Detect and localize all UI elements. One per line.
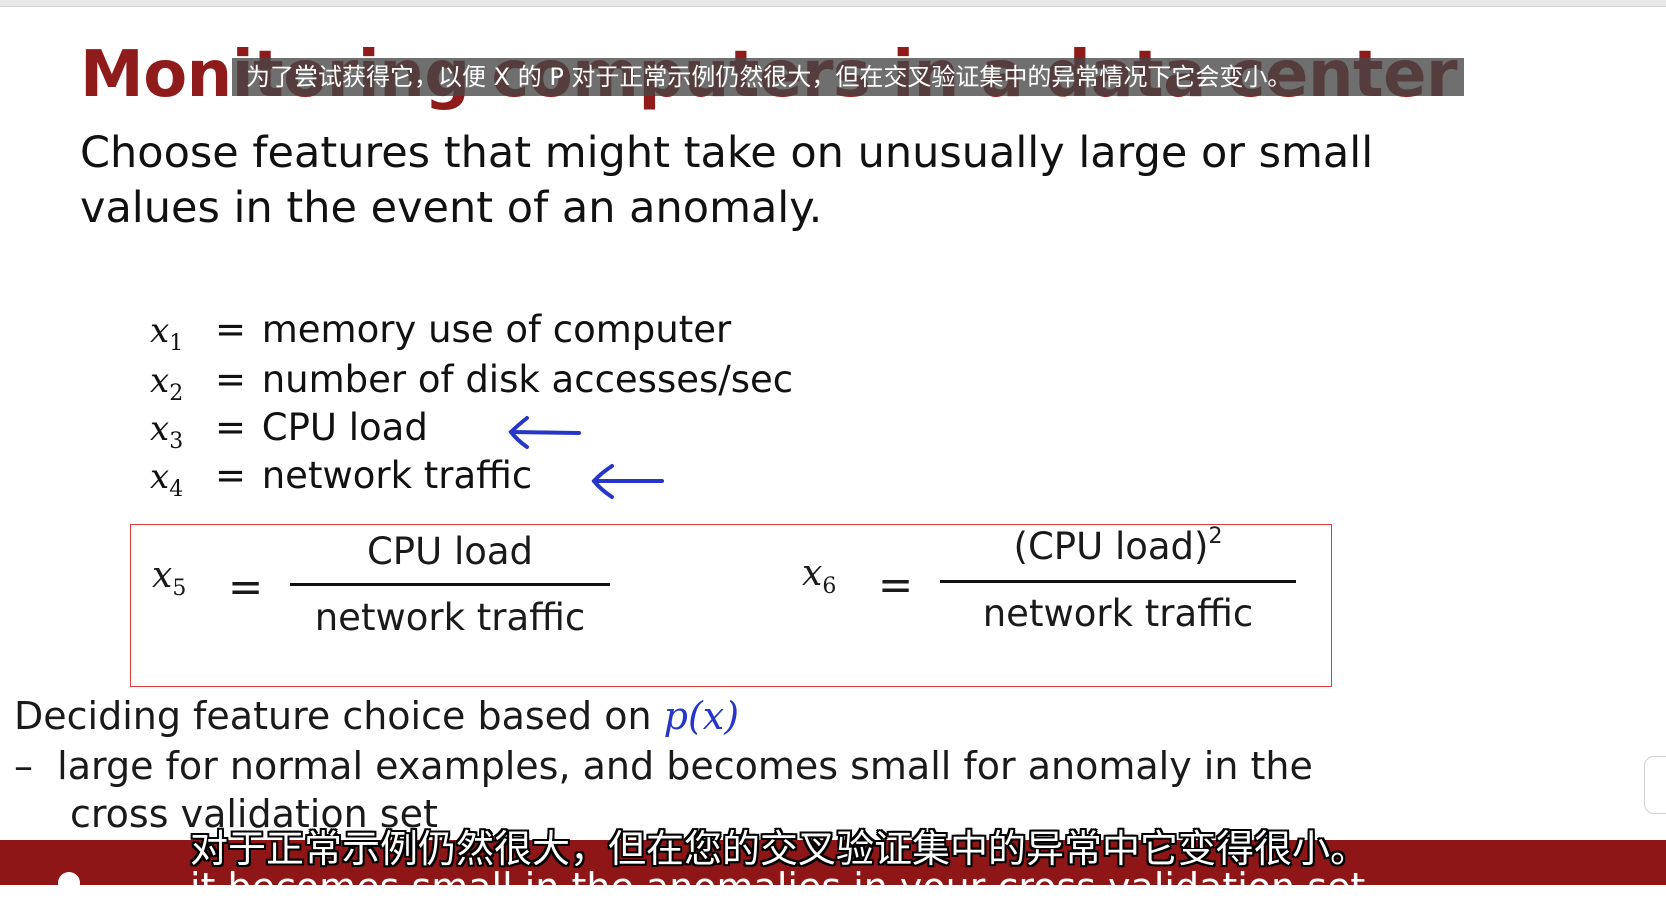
feature-label: number of disk accesses/sec [261, 358, 794, 401]
x6-var: x6 [802, 553, 837, 599]
feature-var: x2 [150, 361, 184, 406]
px-math: p(x) [663, 694, 740, 738]
equals-sign: = [214, 406, 246, 449]
fraction-bar [290, 583, 610, 586]
bullet-line: – large for normal examples, and becomes… [14, 744, 1313, 788]
x5-var: x5 [152, 555, 187, 601]
fraction-bar [940, 580, 1296, 583]
feature-label: CPU load [261, 406, 428, 449]
equals-sign: = [214, 454, 246, 497]
bullet-dash: – [14, 744, 33, 788]
left-arrow-icon [508, 416, 581, 449]
x6-numerator: (CPU load)2 [1013, 524, 1223, 568]
intro-text: Choose features that might take on unusu… [80, 128, 1374, 233]
side-scroll-handle[interactable] [1644, 756, 1666, 814]
feature-label: memory use of computer [261, 308, 732, 351]
x5-denominator: network traffic [314, 596, 586, 639]
left-arrow-icon [591, 464, 664, 499]
x6-denominator: network traffic [982, 592, 1254, 635]
bullet-text: large for normal examples, and becomes s… [57, 744, 1313, 788]
subtitle-top: 为了尝试获得它，以便 X 的 P 对于正常示例仍然很大，但在交叉验证集中的异常情… [232, 58, 1464, 96]
x5-numerator: CPU load [366, 530, 534, 573]
equals-sign: = [878, 560, 914, 609]
equals-sign: = [214, 308, 246, 351]
feature-var: x3 [150, 409, 184, 454]
feature-row-1: x1 = memory use of computer [150, 308, 731, 356]
feature-var: x1 [150, 311, 184, 356]
feature-row-2: x2 = number of disk accesses/sec [150, 358, 793, 406]
equals-sign: = [228, 562, 264, 611]
feature-row-4: x4 = network traffic [150, 454, 532, 502]
feature-label: network traffic [261, 454, 533, 497]
browser-top-strip [0, 0, 1666, 7]
bullet-dot [58, 872, 80, 894]
decide-line: Deciding feature choice based on p(x) [14, 694, 739, 738]
feature-row-3: x3 = CPU load [150, 406, 428, 454]
equals-sign: = [214, 358, 246, 401]
feature-var: x4 [150, 457, 184, 502]
subtitle-bottom-zh: 对于正常示例仍然很大，但在您的交叉验证集中的异常中它变得很小。 [190, 827, 1369, 871]
decide-text: Deciding feature choice based on [14, 694, 664, 738]
